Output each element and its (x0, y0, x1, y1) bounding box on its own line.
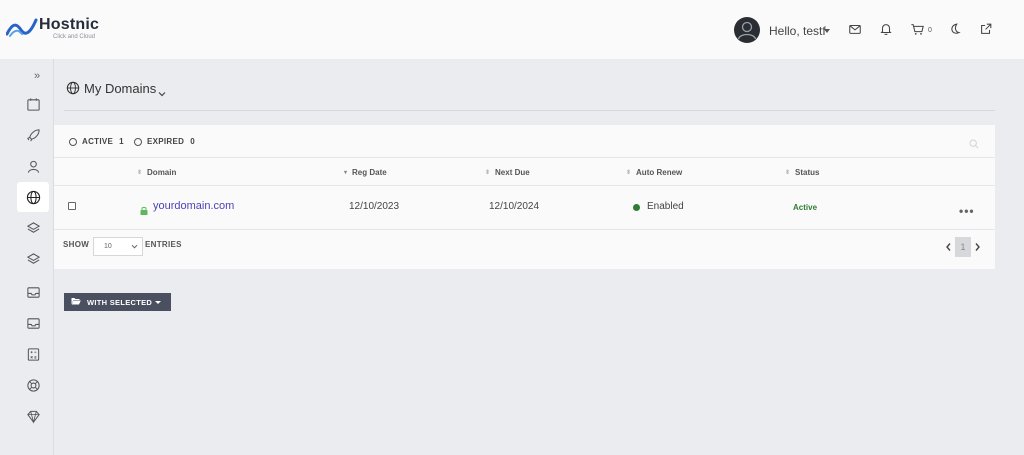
globe-icon (26, 190, 40, 204)
folder-open-icon (71, 297, 81, 307)
filter-active[interactable]: ACTIVE 1 (69, 137, 124, 146)
sidebar-item-account[interactable] (17, 151, 49, 181)
sidebar-item-calendar[interactable] (17, 89, 49, 119)
rocket-icon (26, 128, 40, 141)
layers-icon (26, 221, 40, 233)
sidebar-item-premium[interactable] (17, 401, 49, 431)
domain-link[interactable]: yourdomain.com (153, 200, 234, 212)
brand-logo[interactable]: Hostnic Click and Cloud (6, 14, 116, 44)
calendar-icon (26, 97, 40, 111)
brand-tagline: Click and Cloud (53, 34, 96, 40)
top-header: Hostnic Click and Cloud Hello, testf 0 (0, 0, 1024, 59)
with-selected-label: WITH SELECTED (87, 297, 153, 307)
sidebar-item-products[interactable] (17, 244, 49, 274)
next-page-icon[interactable] (974, 239, 981, 257)
sidebar-item-inbox[interactable] (17, 277, 49, 307)
more-actions-icon[interactable]: ••• (959, 204, 975, 218)
pagination-current-page[interactable]: 1 (955, 237, 971, 257)
sidebar-expand-icon[interactable]: » (34, 70, 40, 82)
filter-label: ACTIVE (82, 137, 114, 146)
sidebar-item-domains[interactable] (17, 182, 49, 212)
domains-panel: ACTIVE 1 EXPIRED 0 ⬍ Domain ▾ Reg Date ⬍ Ne… (54, 125, 995, 269)
entries-label: ENTRIES (145, 240, 182, 249)
lifebuoy-icon (26, 378, 40, 392)
user-icon (27, 160, 39, 173)
inbox-icon (26, 317, 40, 329)
sort-icon: ⬍ (137, 170, 143, 176)
reg-date-cell: 12/10/2023 (349, 201, 400, 212)
search-icon[interactable] (969, 136, 979, 154)
filter-label: EXPIRED (147, 137, 185, 146)
moon-icon[interactable] (948, 22, 964, 38)
chevron-down-icon (155, 300, 162, 304)
status-badge: Active (793, 203, 818, 212)
status-dot (633, 204, 640, 211)
logo-wave-icon (6, 18, 38, 37)
user-greeting[interactable]: Hello, testf (769, 24, 826, 38)
external-link-icon[interactable] (979, 22, 995, 38)
row-divider (54, 229, 995, 230)
column-header-auto-renew[interactable]: ⬍ Auto Renew (626, 168, 682, 177)
sort-icon: ⬍ (485, 170, 491, 176)
show-label: SHOW (63, 240, 90, 249)
page-size-value: 10 (104, 243, 112, 250)
sort-icon: ⬍ (626, 170, 632, 176)
sidebar-item-tickets[interactable] (17, 308, 49, 338)
row-checkbox[interactable] (68, 202, 76, 210)
chevron-down-icon[interactable] (824, 29, 830, 33)
column-header-next-due[interactable]: ⬍ Next Due (485, 168, 530, 177)
column-header-domain[interactable]: ⬍ Domain (137, 168, 176, 177)
brand-name: Hostnic (39, 16, 100, 33)
diamond-icon (26, 410, 40, 424)
page-size-select[interactable]: 10 (93, 237, 143, 256)
column-header-status[interactable]: ⬍ Status (785, 168, 819, 177)
title-divider (64, 110, 995, 111)
sidebar-item-support[interactable] (17, 370, 49, 400)
with-selected-button[interactable]: WITH SELECTED (64, 293, 171, 311)
filter-expired[interactable]: EXPIRED 0 (134, 137, 195, 146)
sidebar-item-billing[interactable] (17, 339, 49, 369)
sort-desc-icon: ▾ (344, 170, 348, 176)
avatar[interactable] (734, 17, 760, 43)
column-header-reg-date[interactable]: ▾ Reg Date (344, 168, 387, 177)
previous-page-icon[interactable] (945, 239, 952, 257)
mail-icon[interactable] (848, 22, 864, 38)
auto-renew-cell: Enabled (647, 201, 684, 212)
sidebar-item-services[interactable] (17, 213, 49, 243)
bell-icon[interactable] (879, 22, 895, 38)
filter-count: 1 (119, 137, 124, 146)
row-divider (54, 185, 995, 186)
filter-radio[interactable] (69, 137, 77, 146)
sidebar-item-rocket[interactable] (17, 120, 49, 150)
chevron-down-icon[interactable] (158, 84, 166, 102)
layers-icon (26, 252, 40, 264)
next-due-cell: 12/10/2024 (489, 201, 540, 212)
chevron-down-icon (131, 244, 138, 251)
cart-count: 0 (928, 27, 932, 34)
sort-icon: ⬍ (785, 170, 791, 176)
globe-icon (66, 81, 80, 100)
user-avatar-icon (737, 21, 757, 40)
filter-radio[interactable] (134, 137, 142, 146)
filter-count: 0 (190, 137, 195, 146)
cart-icon[interactable] (910, 22, 926, 38)
inbox-icon (26, 286, 40, 298)
row-divider (54, 157, 995, 158)
calculator-icon (27, 347, 39, 361)
lock-icon (140, 202, 148, 220)
page-title[interactable]: My Domains (84, 81, 156, 96)
